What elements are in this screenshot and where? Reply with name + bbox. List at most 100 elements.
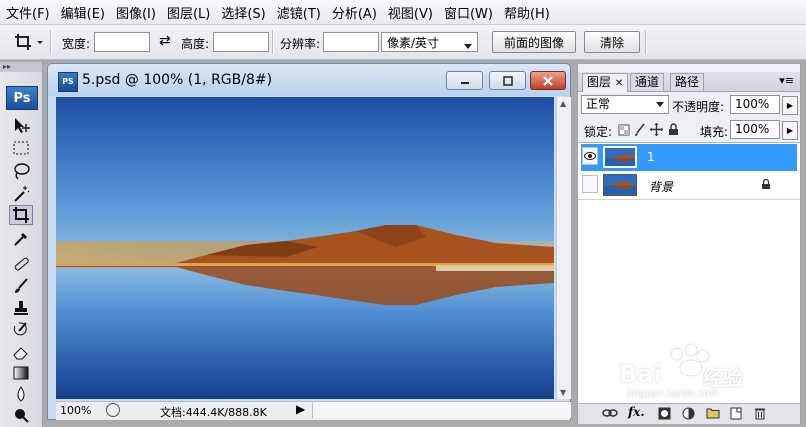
- watermark: Bai 经验 jingyan.baidu.com: [617, 340, 767, 400]
- opacity-label: 不透明度:: [672, 100, 725, 114]
- separator: [50, 30, 52, 54]
- layer-mask-icon[interactable]: [658, 407, 671, 423]
- front-image-button[interactable]: 前面的图像: [492, 31, 576, 53]
- toolbox-collapse-icon[interactable]: ▸▸: [0, 62, 42, 72]
- layers-panel-footer: fx.: [578, 403, 800, 424]
- lock-position-icon[interactable]: [650, 123, 663, 139]
- lock-all-icon[interactable]: [668, 123, 679, 139]
- resolution-label: 分辨率:: [280, 37, 321, 51]
- menu-filter[interactable]: 滤镜(T): [271, 3, 326, 22]
- chevron-down-icon: [656, 102, 664, 107]
- lock-transparency-icon[interactable]: [618, 124, 630, 139]
- document-title: 5.psd @ 100% (1, RGB/8#): [82, 72, 273, 88]
- lasso-tool-icon[interactable]: [9, 161, 33, 181]
- crop-tool-icon[interactable]: [9, 205, 33, 225]
- maximize-icon: [502, 75, 513, 86]
- healing-brush-tool-icon[interactable]: [9, 254, 33, 274]
- eye-icon[interactable]: [582, 147, 598, 165]
- visibility-toggle-empty[interactable]: [582, 175, 598, 193]
- status-arrow-icon[interactable]: ▶: [296, 402, 305, 416]
- swap-icon[interactable]: ⇄: [159, 33, 171, 49]
- ps-logo[interactable]: Ps: [6, 86, 38, 110]
- adjustment-layer-icon[interactable]: [682, 407, 695, 423]
- new-layer-icon[interactable]: [730, 407, 742, 423]
- scroll-up-icon[interactable]: ▲: [560, 99, 566, 108]
- zoom-level[interactable]: 100%: [60, 404, 91, 417]
- scroll-down-icon[interactable]: ▼: [560, 388, 566, 397]
- document-title-bar[interactable]: PS 5.psd @ 100% (1, RGB/8#): [48, 64, 570, 96]
- menu-file[interactable]: 文件(F): [0, 3, 55, 22]
- menu-view[interactable]: 视图(V): [382, 3, 438, 22]
- minimize-button[interactable]: [446, 71, 483, 90]
- status-bar: 100% 文档:444.4K/888.8K ▶: [56, 401, 571, 420]
- vertical-scrollbar[interactable]: ▲ ▼: [556, 97, 571, 399]
- layer-name: 1: [647, 150, 655, 164]
- resolution-input[interactable]: [323, 32, 379, 52]
- blur-tool-icon[interactable]: [9, 384, 33, 404]
- crop-tool-preset-icon[interactable]: [14, 33, 44, 54]
- height-label: 高度:: [181, 37, 210, 51]
- close-button[interactable]: [530, 71, 566, 90]
- tab-layers[interactable]: 图层 ✕: [582, 73, 629, 92]
- psd-file-icon: PS: [58, 72, 78, 92]
- menu-help[interactable]: 帮助(H): [498, 3, 555, 22]
- clear-button[interactable]: 清除: [584, 31, 640, 53]
- tab-close-icon[interactable]: ✕: [615, 78, 623, 89]
- status-menu-icon[interactable]: [106, 403, 120, 417]
- blend-row: 正常 不透明度: 100% ▶: [578, 94, 800, 116]
- brush-tool-icon[interactable]: [9, 276, 33, 296]
- new-group-icon[interactable]: [706, 407, 720, 422]
- close-icon: [543, 75, 553, 86]
- blend-mode-select[interactable]: 正常: [581, 95, 669, 114]
- resolution-unit-select[interactable]: 像素/英寸: [381, 32, 478, 52]
- menu-image[interactable]: 图像(I): [110, 3, 161, 22]
- lock-row: 锁定: 填充: 100% ▶: [578, 119, 800, 141]
- height-input[interactable]: [213, 32, 269, 52]
- panel-tabs: 图层 ✕ 通道 路径 ▾≡: [578, 72, 800, 92]
- gradient-tool-icon[interactable]: [9, 363, 33, 383]
- clone-stamp-tool-icon[interactable]: [9, 298, 33, 318]
- menu-select[interactable]: 选择(S): [215, 3, 270, 22]
- maximize-button[interactable]: [489, 71, 526, 90]
- tab-channels[interactable]: 通道: [630, 73, 665, 91]
- chevron-down-icon: [464, 39, 472, 53]
- history-brush-tool-icon[interactable]: [9, 320, 33, 340]
- lock-pixels-icon[interactable]: [634, 123, 646, 139]
- width-label: 宽度:: [62, 37, 91, 51]
- menu-window[interactable]: 窗口(W): [438, 3, 498, 22]
- layer-row-1[interactable]: 1: [581, 144, 797, 171]
- tab-layers-label: 图层: [587, 75, 612, 89]
- move-tool-icon[interactable]: [9, 115, 33, 135]
- opacity-slider-arrow-icon[interactable]: ▶: [782, 96, 798, 115]
- menu-bar: 文件(F) 编辑(E) 图像(I) 图层(L) 选择(S) 滤镜(T) 分析(A…: [0, 0, 806, 25]
- eyedropper-tool-icon[interactable]: [9, 228, 33, 248]
- watermark-brand-suffix: 经验: [703, 366, 743, 390]
- layer-row-background[interactable]: 背景: [581, 172, 797, 199]
- panel-menu-icon[interactable]: ▾≡: [779, 74, 794, 87]
- menu-layer[interactable]: 图层(L): [161, 3, 215, 22]
- minimize-icon: [460, 81, 469, 84]
- dodge-tool-icon[interactable]: [9, 405, 33, 425]
- watermark-brand: Bai: [619, 360, 662, 388]
- image-canvas[interactable]: [56, 97, 554, 399]
- tab-paths[interactable]: 路径: [670, 73, 705, 91]
- horizontal-scrollbar[interactable]: [312, 402, 571, 418]
- link-layers-icon[interactable]: [602, 407, 618, 422]
- fill-input[interactable]: 100%: [730, 120, 780, 139]
- fill-slider-arrow-icon[interactable]: ▶: [782, 121, 798, 140]
- menu-analysis[interactable]: 分析(A): [326, 3, 382, 22]
- marquee-tool-icon[interactable]: [9, 138, 33, 158]
- width-input[interactable]: [94, 32, 150, 52]
- document-size-info: 文档:444.4K/888.8K: [160, 406, 267, 419]
- separator: [645, 30, 647, 54]
- layer-thumbnail: [603, 174, 637, 196]
- unit-value: 像素/英寸: [387, 35, 440, 50]
- delete-layer-icon[interactable]: [754, 407, 766, 423]
- magic-wand-tool-icon[interactable]: [9, 184, 33, 204]
- layer-name: 背景: [649, 180, 674, 194]
- layer-style-icon[interactable]: fx.: [628, 405, 645, 419]
- landscape-image: [56, 97, 554, 399]
- eraser-tool-icon[interactable]: [9, 342, 33, 362]
- menu-edit[interactable]: 编辑(E): [55, 3, 110, 22]
- opacity-input[interactable]: 100%: [730, 95, 780, 114]
